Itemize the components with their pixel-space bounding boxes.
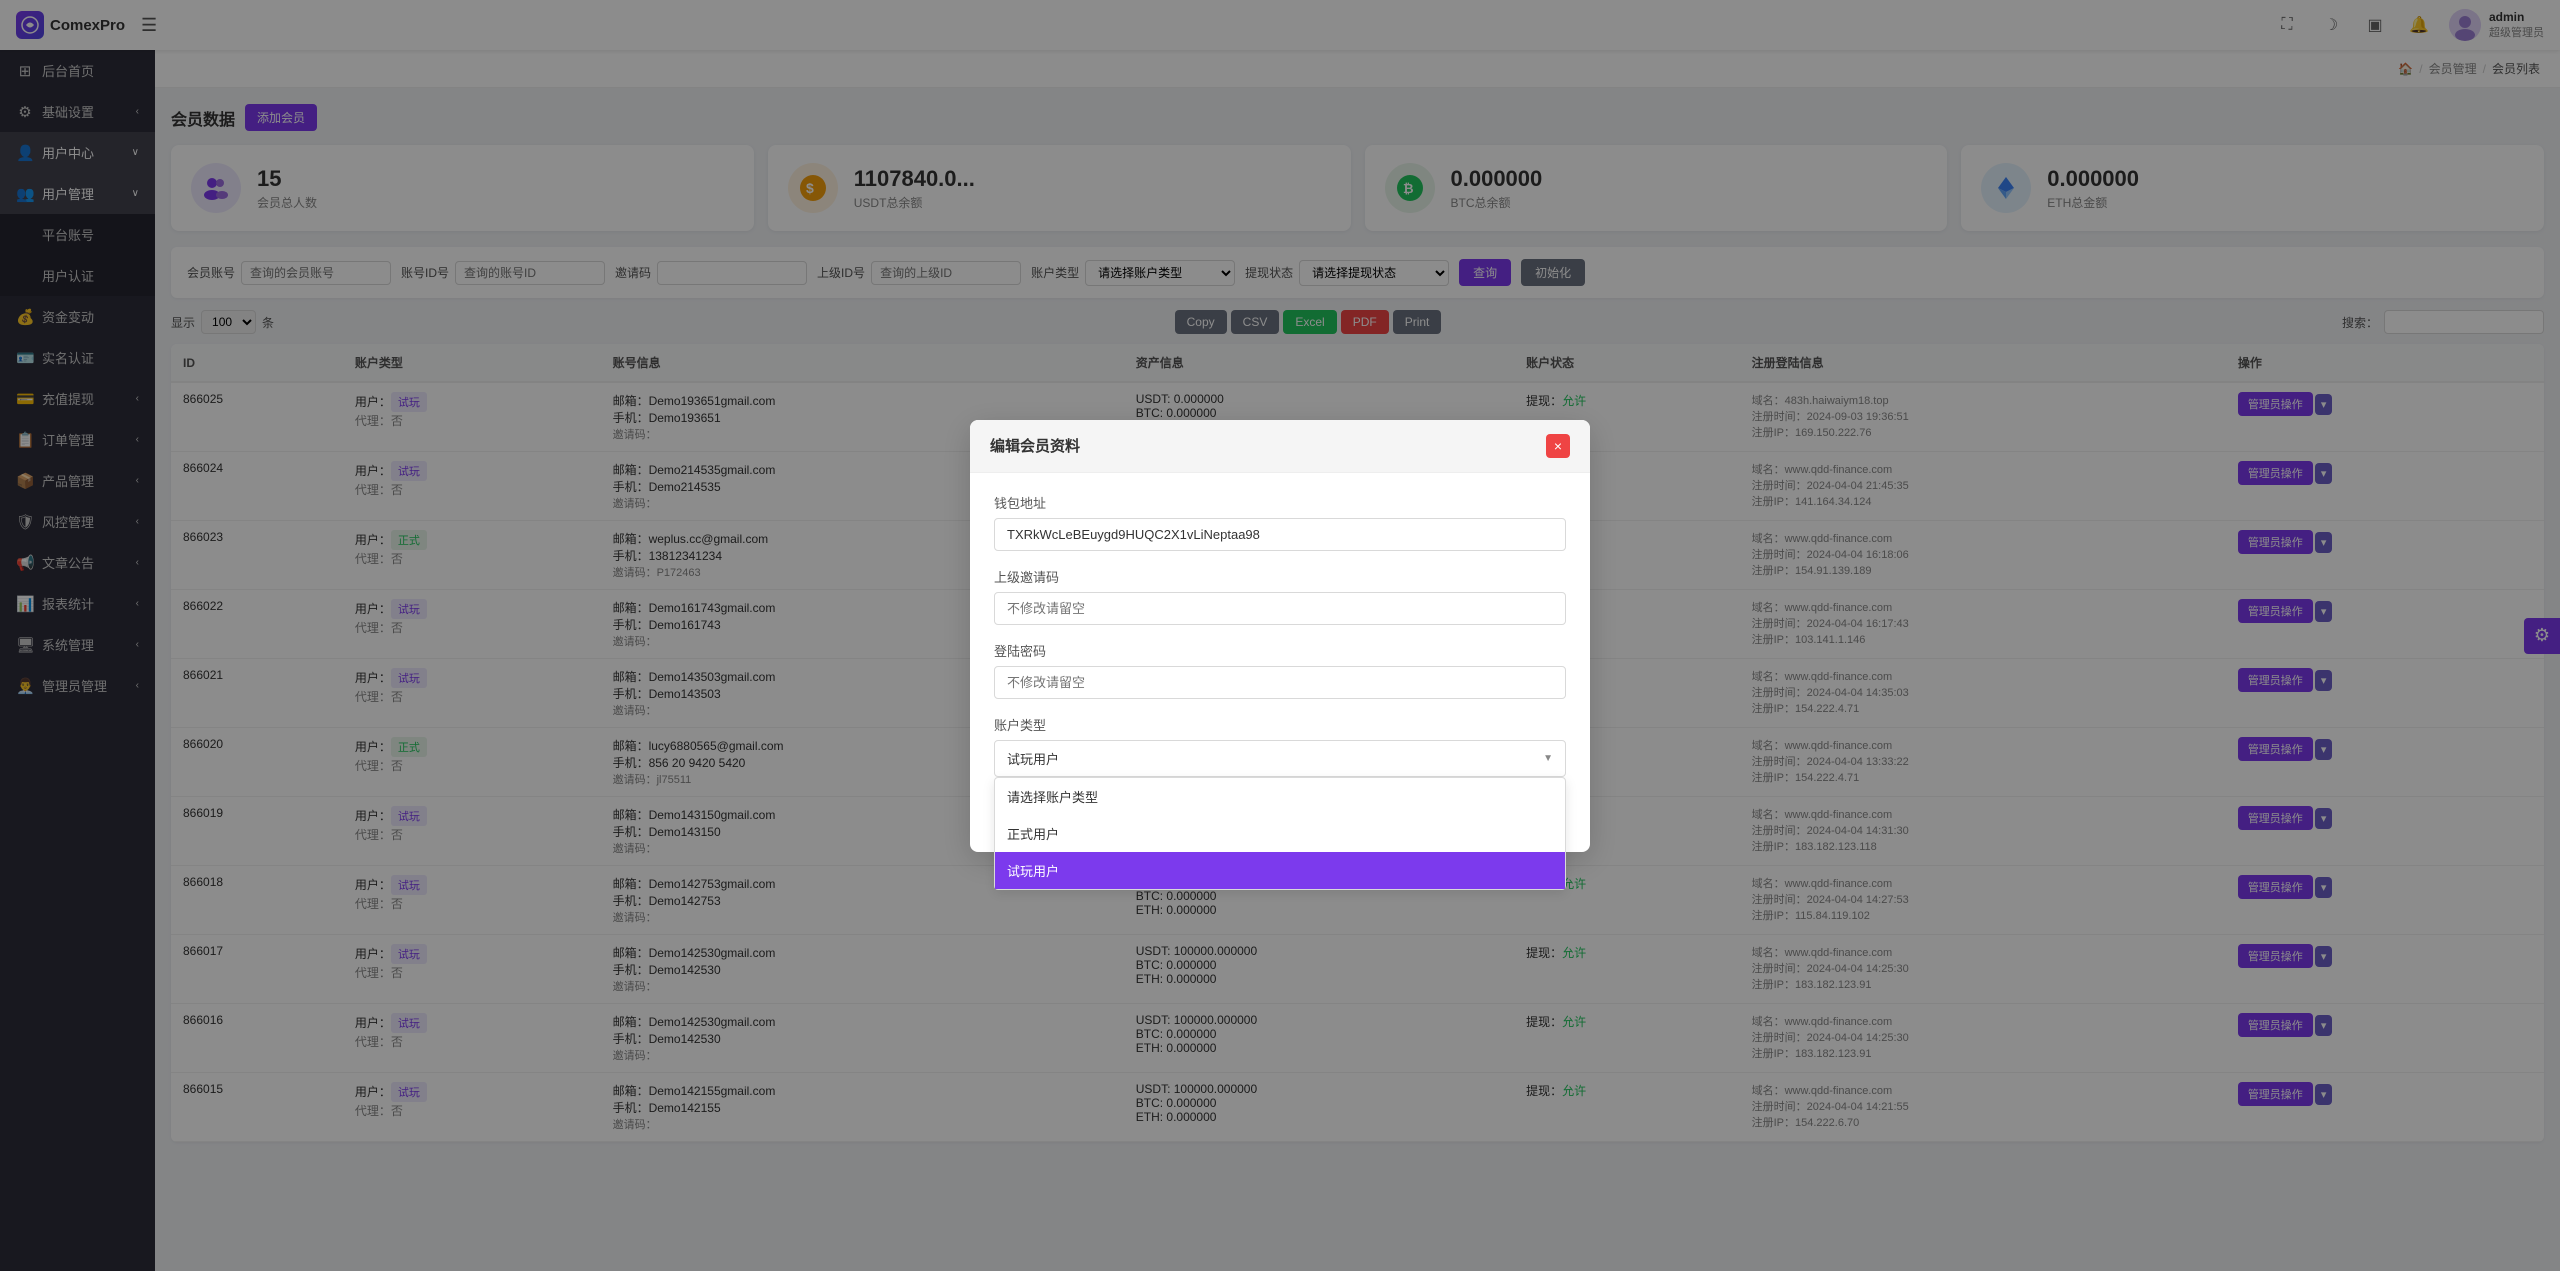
invite-code-input-modal[interactable] <box>994 592 1566 625</box>
modal-title: 编辑会员资料 <box>990 435 1080 456</box>
modal-close-button[interactable]: × <box>1546 434 1570 458</box>
invite-code-label: 上级邀请码 <box>994 567 1566 586</box>
wallet-label: 钱包地址 <box>994 493 1566 512</box>
account-type-selected-label: 试玩用户 <box>1007 749 1059 768</box>
modal-body: 钱包地址 上级邀请码 登陆密码 账户类型 试玩用户 ▼ 请 <box>970 473 1590 852</box>
edit-member-modal: 编辑会员资料 × 钱包地址 上级邀请码 登陆密码 账户类型 试玩用户 <box>970 420 1590 852</box>
account-type-dropdown: 试玩用户 ▼ 请选择账户类型 正式用户 试玩用户 <box>994 740 1566 777</box>
modal-header: 编辑会员资料 × <box>970 420 1590 473</box>
invite-code-form-group: 上级邀请码 <box>994 567 1566 625</box>
account-type-modal-label: 账户类型 <box>994 715 1566 734</box>
password-form-group: 登陆密码 <box>994 641 1566 699</box>
wallet-form-group: 钱包地址 <box>994 493 1566 551</box>
wallet-input[interactable] <box>994 518 1566 551</box>
dropdown-arrow-icon: ▼ <box>1543 753 1553 764</box>
account-type-dropdown-selected[interactable]: 试玩用户 ▼ <box>994 740 1566 777</box>
password-input[interactable] <box>994 666 1566 699</box>
account-type-dropdown-menu: 请选择账户类型 正式用户 试玩用户 <box>994 777 1566 890</box>
dropdown-option-formal[interactable]: 正式用户 <box>995 815 1565 852</box>
account-type-form-group: 账户类型 试玩用户 ▼ 请选择账户类型 正式用户 试玩用户 <box>994 715 1566 777</box>
password-label: 登陆密码 <box>994 641 1566 660</box>
dropdown-option-trial[interactable]: 试玩用户 <box>995 852 1565 889</box>
modal-overlay[interactable]: 编辑会员资料 × 钱包地址 上级邀请码 登陆密码 账户类型 试玩用户 <box>0 0 2560 1271</box>
dropdown-option-placeholder[interactable]: 请选择账户类型 <box>995 778 1565 815</box>
